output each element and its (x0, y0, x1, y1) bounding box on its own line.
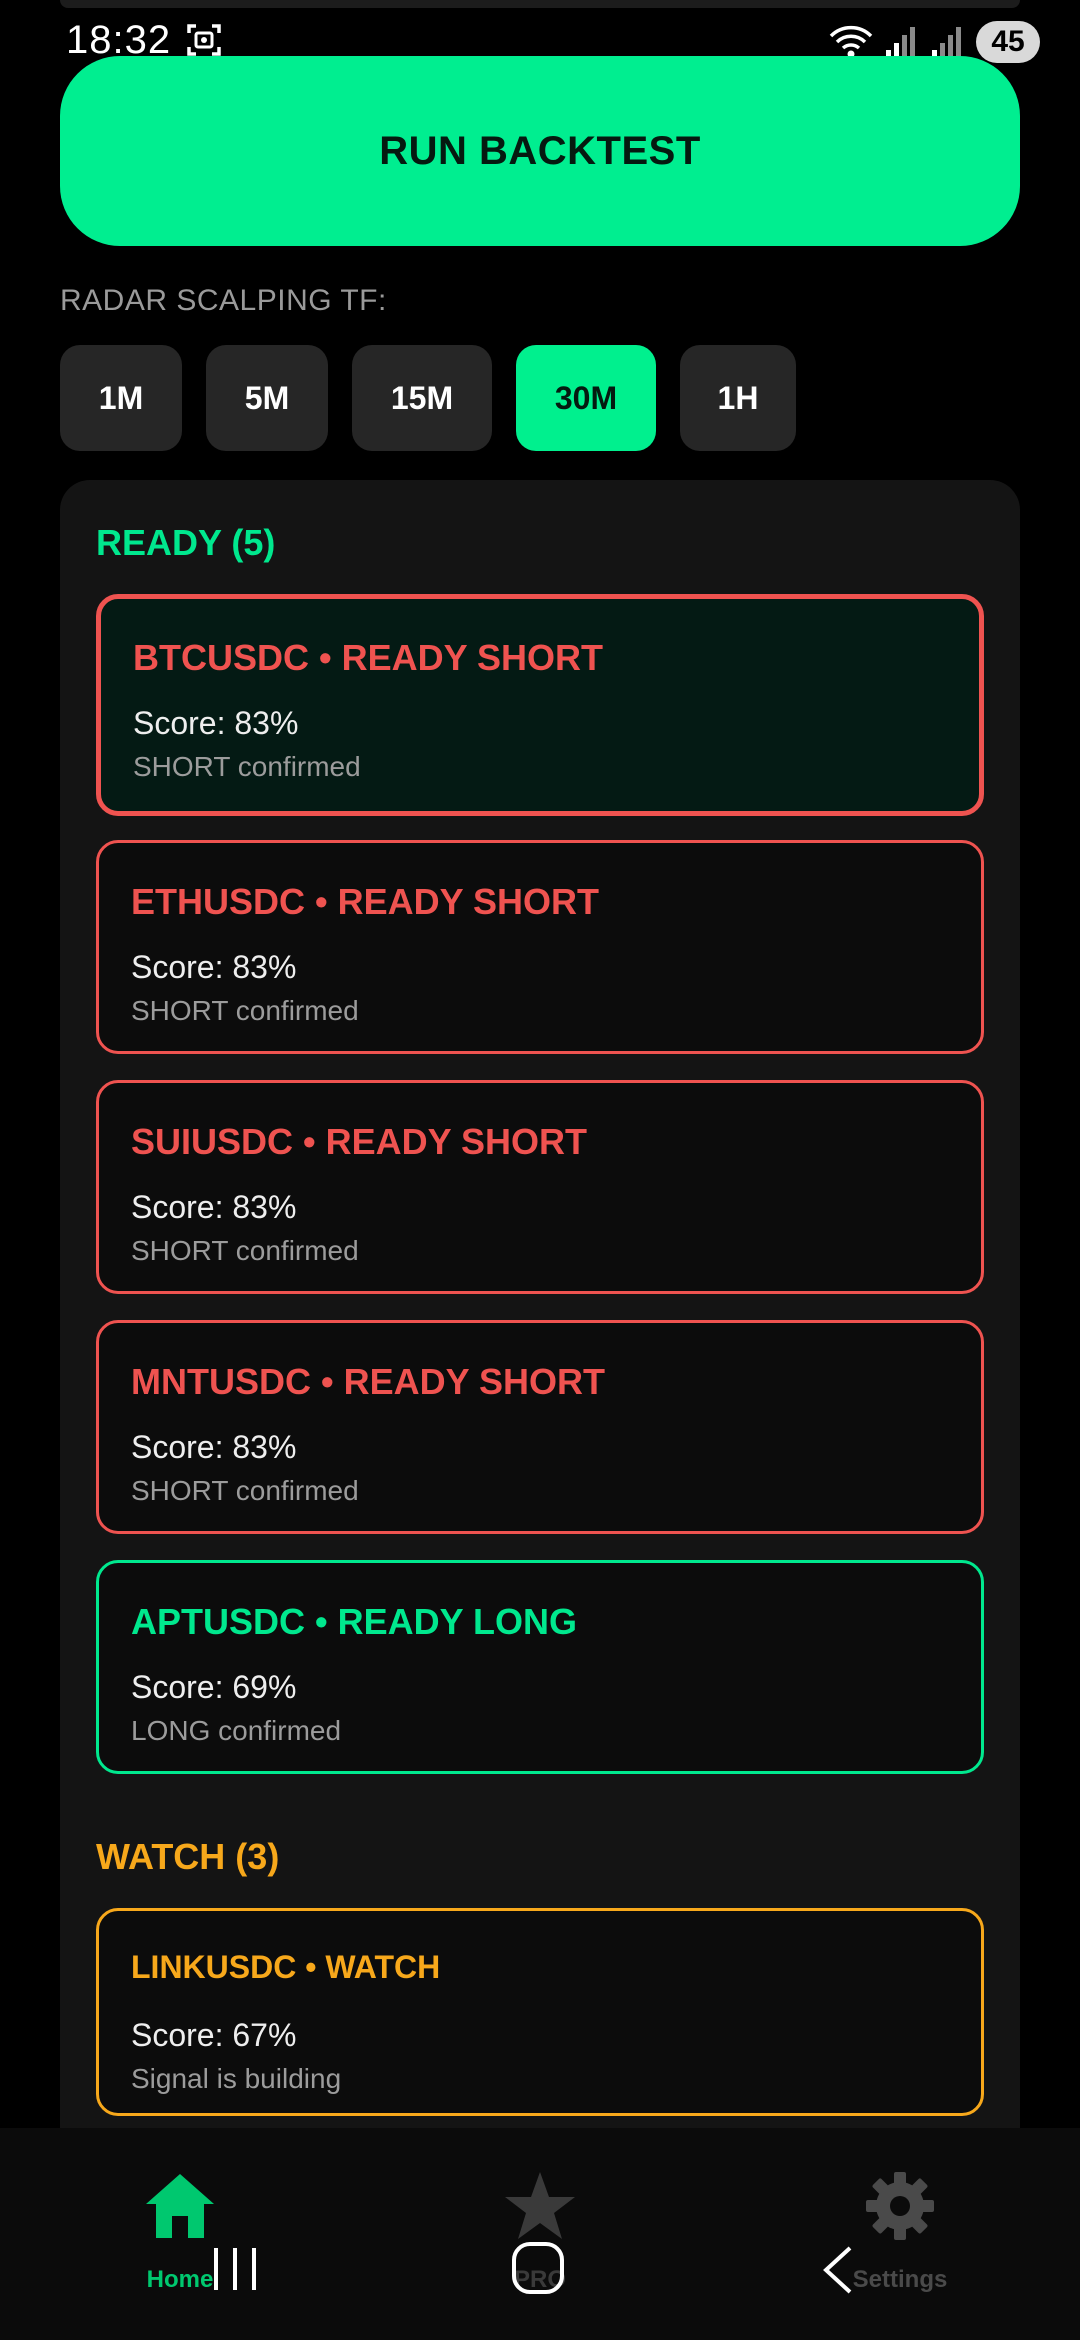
battery-indicator: 45 (976, 21, 1040, 63)
card-score: Score: 83% (131, 1189, 297, 1225)
card-title: APTUSDC • READY LONG (131, 1601, 577, 1642)
run-backtest-button[interactable]: RUN BACKTEST (60, 56, 1020, 246)
timeframe-1m-button[interactable]: 1M (60, 345, 182, 451)
card-score: Score: 83% (131, 1429, 297, 1465)
system-navigation-bar (0, 2230, 1080, 2310)
signal-icon (886, 27, 915, 58)
card-score: Score: 67% (131, 2017, 297, 2053)
card-status: LONG confirmed (131, 1715, 342, 1746)
signal-card-ethusdc[interactable]: ETHUSDC • READY SHORT Score: 83% SHORT c… (96, 840, 984, 1054)
card-title: ETHUSDC • READY SHORT (131, 881, 599, 922)
timeframe-15m-button[interactable]: 15M (352, 345, 492, 451)
watch-section-title: WATCH (3) (96, 1836, 280, 1877)
app-screen: 18:32 45 RUN BACKTEST RADAR SCALPING TF:… (0, 0, 1080, 2340)
ready-section-title: READY (5) (96, 522, 276, 563)
card-status: Signal is building (131, 2063, 342, 2094)
card-title: MNTUSDC • READY SHORT (131, 1361, 605, 1402)
timeframe-label: RADAR SCALPING TF: (60, 284, 387, 317)
timeframe-30m-button[interactable]: 30M (516, 345, 656, 451)
wifi-icon (829, 25, 873, 58)
recent-apps-icon[interactable] (210, 2244, 260, 2294)
signal-card-aptusdc[interactable]: APTUSDC • READY LONG Score: 69% LONG con… (96, 1560, 984, 1774)
card-score: Score: 83% (131, 949, 297, 985)
card-status: SHORT confirmed (131, 1235, 359, 1266)
card-status: SHORT confirmed (131, 995, 359, 1026)
home-circle-icon[interactable] (508, 2238, 568, 2298)
top-sliver (60, 0, 1020, 8)
timeframe-5m-button[interactable]: 5M (206, 345, 328, 451)
signal-card-linkusdc[interactable]: LINKUSDC • WATCH Score: 67% Signal is bu… (96, 1908, 984, 2116)
signal-icon-2 (932, 27, 961, 58)
card-score: Score: 69% (131, 1669, 297, 1705)
card-status: SHORT confirmed (131, 1475, 359, 1506)
signal-card-btcusdc[interactable]: BTCUSDC • READY SHORT Score: 83% SHORT c… (96, 594, 984, 816)
card-title: LINKUSDC • WATCH (131, 1949, 441, 1985)
back-chevron-icon[interactable] (818, 2244, 858, 2296)
timeframe-1h-button[interactable]: 1H (680, 345, 796, 451)
card-title: SUIUSDC • READY SHORT (131, 1121, 587, 1162)
card-status: SHORT confirmed (133, 751, 361, 782)
signal-card-suiusdc[interactable]: SUIUSDC • READY SHORT Score: 83% SHORT c… (96, 1080, 984, 1294)
card-score: Score: 83% (133, 705, 299, 741)
screenshot-icon (187, 24, 221, 56)
timeframe-selector: 1M 5M 15M 30M 1H (60, 345, 796, 451)
card-title: BTCUSDC • READY SHORT (133, 637, 603, 678)
signal-card-mntusdc[interactable]: MNTUSDC • READY SHORT Score: 83% SHORT c… (96, 1320, 984, 1534)
